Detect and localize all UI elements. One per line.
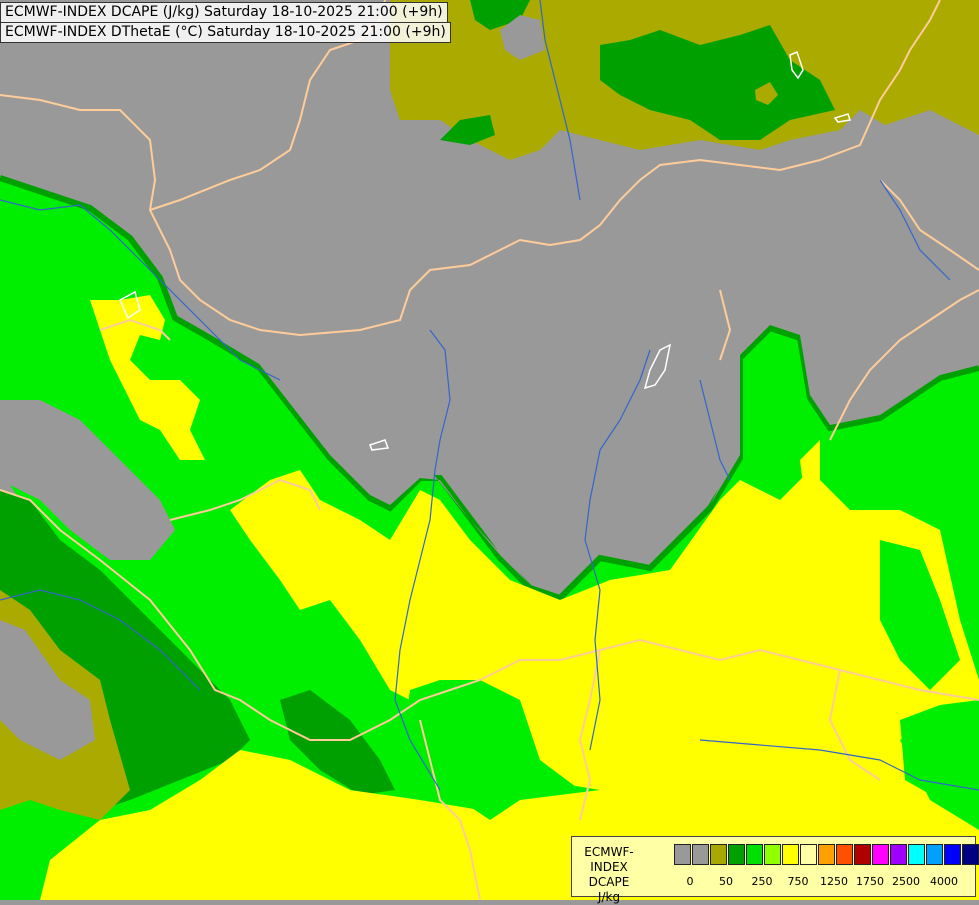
legend-swatch bbox=[944, 844, 961, 865]
legend-swatch bbox=[746, 844, 763, 865]
legend-swatch bbox=[710, 844, 727, 865]
legend-swatch bbox=[890, 844, 907, 865]
legend-tick-label: 250 bbox=[751, 875, 773, 888]
legend-label: ECMWF-INDEX DCAPE J/kg bbox=[576, 845, 642, 905]
legend-swatch bbox=[926, 844, 943, 865]
legend-swatch bbox=[764, 844, 781, 865]
legend-label-parameter: DCAPE bbox=[588, 875, 630, 889]
legend-tick-label: 1250 bbox=[820, 875, 848, 888]
legend-tick-label: 4000 bbox=[930, 875, 958, 888]
weather-map bbox=[0, 0, 979, 900]
map-legend: ECMWF-INDEX DCAPE J/kg 0 50 250 750 1250 1750… bbox=[571, 836, 979, 904]
legend-swatch bbox=[908, 844, 925, 865]
legend-swatch bbox=[728, 844, 745, 865]
legend-swatch bbox=[674, 844, 691, 865]
legend-tick-label: 2500 bbox=[892, 875, 920, 888]
legend-tick-label: 50 bbox=[719, 875, 733, 888]
legend-tick-label: 750 bbox=[787, 875, 809, 888]
legend-swatch bbox=[962, 844, 979, 865]
legend-tick-label: 0 bbox=[686, 875, 694, 888]
legend-swatch bbox=[854, 844, 871, 865]
map-title-dcape: ECMWF-INDEX DCAPE (J/kg) Saturday 18-10-… bbox=[0, 2, 448, 23]
legend-swatch bbox=[872, 844, 889, 865]
map-title-dthetae: ECMWF-INDEX DThetaE (°C) Saturday 18-10-… bbox=[0, 22, 451, 43]
legend-swatch bbox=[836, 844, 853, 865]
legend-label-model: ECMWF-INDEX bbox=[584, 845, 634, 874]
legend-label-unit: J/kg bbox=[597, 890, 621, 904]
legend-tick-label: 1750 bbox=[856, 875, 884, 888]
legend-color-scale bbox=[674, 844, 979, 866]
legend-swatch bbox=[800, 844, 817, 865]
legend-swatch bbox=[782, 844, 799, 865]
legend-tick-labels: 0 50 250 750 1250 1750 2500 4000 bbox=[668, 875, 968, 889]
legend-swatch bbox=[818, 844, 835, 865]
legend-swatch bbox=[692, 844, 709, 865]
